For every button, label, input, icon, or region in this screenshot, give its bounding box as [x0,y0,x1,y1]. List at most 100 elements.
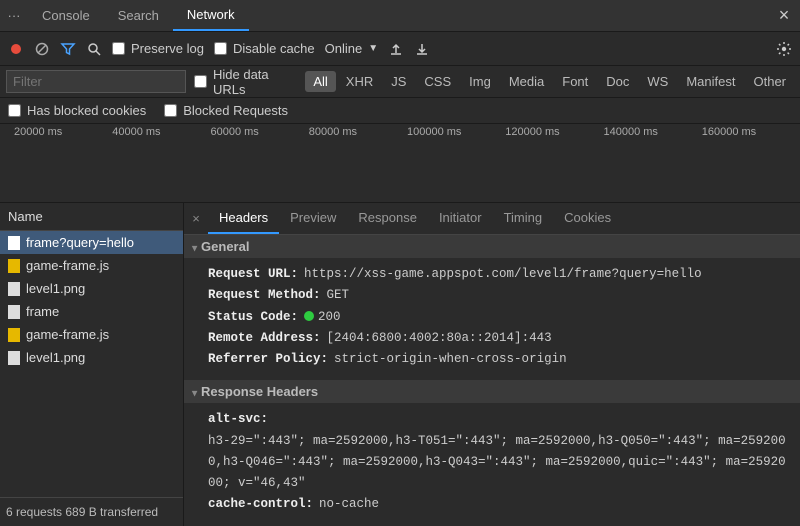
document-icon [8,305,20,319]
header-row: Request Method: GET [208,285,788,306]
request-name: frame?query=hello [26,235,134,250]
status-dot-icon [304,311,314,321]
has-blocked-cookies-input[interactable] [8,104,21,117]
disable-cache-input[interactable] [214,42,227,55]
filter-chip-other[interactable]: Other [745,71,794,92]
request-name: game-frame.js [26,258,109,273]
blocked-requests-label: Blocked Requests [183,103,288,118]
clear-icon[interactable] [34,41,50,57]
filter-chip-doc[interactable]: Doc [598,71,637,92]
blocked-requests-checkbox[interactable]: Blocked Requests [164,103,288,118]
request-name: level1.png [26,350,85,365]
column-header-name[interactable]: Name [0,203,183,231]
header-value: 200 [304,307,341,328]
settings-icon[interactable] [776,41,792,57]
document-icon [8,282,20,296]
header-row: Request URL:https://xss-game.appspot.com… [208,264,788,285]
filter-chip-all[interactable]: All [305,71,335,92]
request-name: frame [26,304,59,319]
timeline-tick: 120000 ms [505,126,603,144]
preserve-log-label: Preserve log [131,41,204,56]
hide-data-urls-input[interactable] [194,75,207,88]
timeline-tick: 40000 ms [112,126,210,144]
detail-tab-timing[interactable]: Timing [493,203,554,234]
filter-input[interactable] [6,70,186,93]
timeline-tick: 160000 ms [702,126,800,144]
blocked-requests-input[interactable] [164,104,177,117]
request-name: level1.png [26,281,85,296]
filter-chip-manifest[interactable]: Manifest [678,71,743,92]
filter-chip-media[interactable]: Media [501,71,552,92]
disable-cache-label: Disable cache [233,41,315,56]
request-row[interactable]: frame [0,300,183,323]
has-blocked-cookies-label: Has blocked cookies [27,103,146,118]
header-value: no-cache [319,494,379,515]
filter-chip-js[interactable]: JS [383,71,414,92]
record-icon[interactable] [8,41,24,57]
header-row: alt-svc:h3-29=":443"; ma=2592000,h3-T051… [208,409,788,494]
filter-chip-css[interactable]: CSS [416,71,459,92]
document-icon [8,351,20,365]
upload-icon[interactable] [388,41,404,57]
js-file-icon [8,328,20,342]
filter-chip-font[interactable]: Font [554,71,596,92]
filter-chip-ws[interactable]: WS [639,71,676,92]
header-key: cache-control: [208,494,313,515]
preserve-log-input[interactable] [112,42,125,55]
filter-type-chips: AllXHRJSCSSImgMediaFontDocWSManifestOthe… [305,71,794,92]
preserve-log-checkbox[interactable]: Preserve log [112,41,204,56]
header-key: Request Method: [208,285,321,306]
hide-data-urls-checkbox[interactable]: Hide data URLs [194,67,297,97]
detail-tab-headers[interactable]: Headers [208,203,279,234]
header-value: GET [327,285,350,306]
request-list: frame?query=hello game-frame.js level1.png… [0,231,183,497]
throttle-dropdown[interactable]: Online ▼ [325,41,378,56]
timeline-tick: 100000 ms [407,126,505,144]
filter-chip-img[interactable]: Img [461,71,499,92]
js-file-icon [8,259,20,273]
hide-data-urls-label: Hide data URLs [213,67,297,97]
filter-icon[interactable] [60,41,76,57]
timeline-tick: 60000 ms [211,126,309,144]
disable-cache-checkbox[interactable]: Disable cache [214,41,315,56]
request-row[interactable]: game-frame.js [0,254,183,277]
timeline-tick: 80000 ms [309,126,407,144]
throttle-label: Online [325,41,363,56]
close-details-icon[interactable]: × [184,211,208,226]
detail-tab-preview[interactable]: Preview [279,203,347,234]
section-general-header[interactable]: General [184,235,800,258]
request-row[interactable]: frame?query=hello [0,231,183,254]
filter-chip-xhr[interactable]: XHR [338,71,381,92]
request-row[interactable]: level1.png [0,277,183,300]
header-key: Referrer Policy: [208,349,328,370]
tab-console[interactable]: Console [28,1,104,30]
detail-tab-initiator[interactable]: Initiator [428,203,493,234]
header-key: Request URL: [208,264,298,285]
header-row: Status Code: 200 [208,307,788,328]
close-icon[interactable]: × [768,5,800,26]
tab-network[interactable]: Network [173,0,249,31]
more-menu-icon[interactable]: ··· [0,8,28,23]
header-value: [2404:6800:4002:80a::2014]:443 [327,328,552,349]
header-value: strict-origin-when-cross-origin [334,349,567,370]
has-blocked-cookies-checkbox[interactable]: Has blocked cookies [8,103,146,118]
request-name: game-frame.js [26,327,109,342]
timeline-tick: 20000 ms [14,126,112,144]
header-key: Remote Address: [208,328,321,349]
download-icon[interactable] [414,41,430,57]
request-row[interactable]: game-frame.js [0,323,183,346]
header-row: Referrer Policy: strict-origin-when-cross… [208,349,788,370]
section-response-headers-header[interactable]: Response Headers [184,380,800,403]
chevron-down-icon: ▼ [368,43,378,54]
search-icon[interactable] [86,41,102,57]
timeline-overview[interactable]: 20000 ms40000 ms60000 ms80000 ms100000 m… [0,124,800,203]
timeline-tick: 140000 ms [604,126,702,144]
detail-tab-cookies[interactable]: Cookies [553,203,622,234]
detail-tab-response[interactable]: Response [347,203,428,234]
tab-search[interactable]: Search [104,1,173,30]
header-value: h3-29=":443"; ma=2592000,h3-T051=":443";… [208,431,788,495]
header-row: Remote Address: [2404:6800:4002:80a::2014… [208,328,788,349]
document-icon [8,236,20,250]
request-row[interactable]: level1.png [0,346,183,369]
header-key: Status Code: [208,307,298,328]
